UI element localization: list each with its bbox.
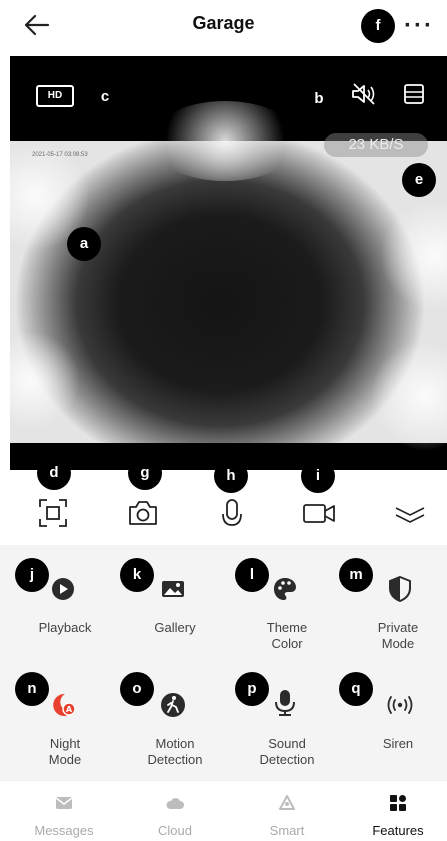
night-mode-icon[interactable]: A xyxy=(48,690,78,720)
play-icon[interactable] xyxy=(48,574,78,604)
features-icon xyxy=(390,795,406,811)
messages-icon xyxy=(55,797,73,809)
marker-h: h xyxy=(214,459,248,493)
fullscreen-capture-icon[interactable] xyxy=(36,496,70,530)
nav-label-cloud: Cloud xyxy=(158,823,192,838)
marker-i: i xyxy=(301,459,335,493)
marker-n: n xyxy=(15,672,49,706)
marker-e: e xyxy=(402,163,436,197)
video-player[interactable]: 2021-05-17 03:08:53 HD 23 KB/S xyxy=(10,56,447,470)
siren-icon[interactable] xyxy=(385,690,415,720)
feature-label-night-mode: Night Mode xyxy=(48,736,82,767)
smart-icon xyxy=(279,795,295,810)
palette-icon[interactable] xyxy=(270,574,300,604)
feature-label-motion-detection: Motion Detection xyxy=(147,736,203,767)
svg-text:A: A xyxy=(66,705,73,714)
nav-label-features: Features xyxy=(372,823,424,838)
hd-quality-button[interactable]: HD xyxy=(36,85,74,107)
marker-m: m xyxy=(339,558,373,592)
motion-detection-icon[interactable] xyxy=(158,690,188,720)
camera-snapshot-icon[interactable] xyxy=(126,496,160,530)
bottom-navigation: Messages Cloud Smart Features xyxy=(0,780,447,841)
feature-label-private-mode: Private Mode xyxy=(377,620,419,651)
sound-detection-icon[interactable] xyxy=(270,687,300,717)
nav-cloud[interactable]: Cloud xyxy=(125,781,225,841)
marker-d: d xyxy=(37,456,71,490)
speaker-muted-icon[interactable] xyxy=(350,82,378,106)
record-video-icon[interactable] xyxy=(302,496,336,530)
feature-label-siren: Siren xyxy=(382,736,414,751)
marker-o: o xyxy=(120,672,154,706)
marker-k: k xyxy=(120,558,154,592)
more-options-icon[interactable]: ··· xyxy=(404,12,434,40)
marker-c: c xyxy=(88,80,122,114)
feature-label-gallery: Gallery xyxy=(154,620,196,635)
nav-label-smart: Smart xyxy=(269,823,305,838)
marker-p: p xyxy=(235,672,269,706)
cloud-icon xyxy=(166,798,184,809)
marker-a: a xyxy=(67,227,101,261)
microphone-icon[interactable] xyxy=(215,496,249,530)
collapse-chevron-icon[interactable] xyxy=(393,496,427,530)
marker-g: g xyxy=(128,456,162,490)
private-shield-icon[interactable] xyxy=(385,574,415,604)
osd-timestamp: 2021-05-17 03:08:53 xyxy=(32,152,88,158)
nav-label-messages: Messages xyxy=(34,823,94,838)
feature-label-theme-color: Theme Color xyxy=(266,620,308,651)
screen-layout-icon[interactable] xyxy=(403,83,425,105)
marker-j: j xyxy=(15,558,49,592)
marker-q: q xyxy=(339,672,373,706)
gallery-icon[interactable] xyxy=(158,574,188,604)
marker-f: f xyxy=(361,9,395,43)
marker-l: l xyxy=(235,558,269,592)
feature-label-sound-detection: Sound Detection xyxy=(259,736,315,767)
marker-b: b xyxy=(302,82,336,116)
feature-label-playback: Playback xyxy=(38,620,92,635)
nav-features[interactable]: Features xyxy=(348,781,447,841)
nav-smart[interactable]: Smart xyxy=(237,781,337,841)
camera-feed xyxy=(10,101,447,451)
nav-messages[interactable]: Messages xyxy=(14,781,114,841)
bitrate-indicator: 23 KB/S xyxy=(324,133,428,157)
